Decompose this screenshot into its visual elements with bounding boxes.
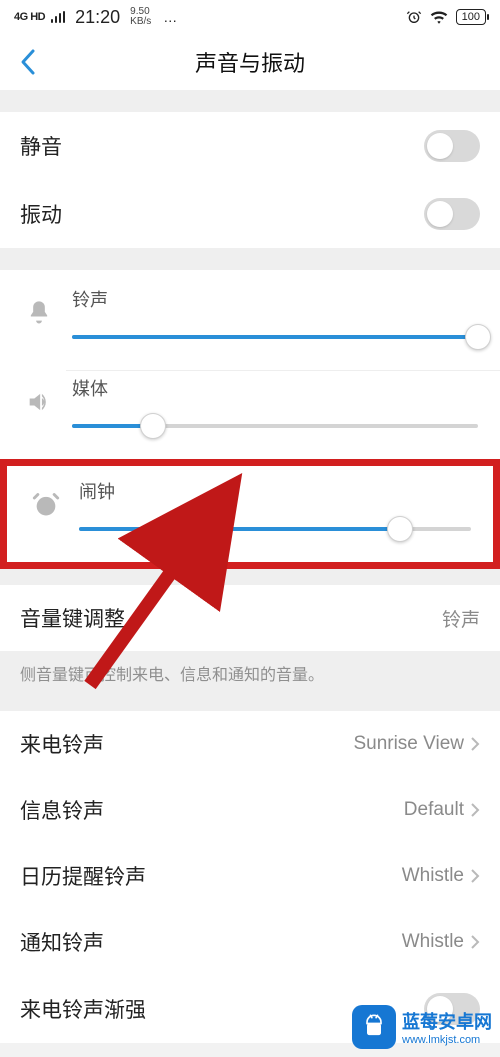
chevron-right-icon (470, 736, 480, 752)
signal-bars-icon (51, 11, 65, 23)
battery-value: 100 (462, 11, 480, 23)
vibrate-label: 振动 (20, 199, 62, 229)
title-bar: 声音与振动 (0, 34, 500, 90)
page-title: 声音与振动 (195, 46, 305, 78)
ringtone-slider[interactable] (72, 322, 478, 352)
alarm-clock-icon (29, 488, 63, 522)
media-slider[interactable] (72, 411, 478, 441)
section-divider (0, 90, 500, 112)
row-silent[interactable]: 静音 (0, 112, 500, 180)
watermark-text: 蓝莓安卓网 (402, 1008, 492, 1034)
status-right: 100 (406, 9, 486, 25)
message-ringtone-value: Default (404, 799, 464, 821)
battery-indicator: 100 (456, 9, 486, 25)
panel-sliders: 铃声 媒体 (0, 270, 500, 459)
silent-label: 静音 (20, 131, 62, 161)
speaker-icon (22, 385, 56, 419)
section-divider (0, 569, 500, 585)
section-divider (0, 248, 500, 270)
calendar-ringtone-label: 日历提醒铃声 (20, 861, 146, 891)
panel-toggles: 静音 振动 (0, 112, 500, 248)
slider-row-media: 媒体 (0, 371, 500, 459)
chevron-right-icon (470, 802, 480, 818)
incoming-ringtone-value: Sunrise View (353, 733, 464, 755)
network-speed: 9.50 KB/s (130, 7, 151, 27)
slider-row-ringtone: 铃声 (0, 282, 500, 370)
notification-ringtone-value: Whistle (402, 931, 464, 953)
message-ringtone-label: 信息铃声 (20, 795, 104, 825)
alarm-slider[interactable] (79, 514, 471, 544)
row-vibrate[interactable]: 振动 (0, 180, 500, 248)
watermark: 蓝莓安卓网 www.lmkjst.com (352, 1005, 492, 1049)
watermark-android-icon (352, 1005, 396, 1049)
status-left: 4G HD 21:20 9.50 KB/s … (14, 7, 178, 28)
bell-icon (22, 296, 56, 330)
volume-key-description-row: 侧音量键可控制来电、信息和通知的音量。 (0, 651, 500, 701)
chevron-left-icon (19, 48, 37, 76)
back-button[interactable] (10, 44, 46, 80)
alarm-slider-label: 闹钟 (79, 478, 471, 504)
chevron-right-icon (470, 934, 480, 950)
more-icon: … (163, 9, 178, 25)
slider-row-alarm: 闹钟 (7, 466, 493, 562)
row-message-ringtone[interactable]: 信息铃声 Default (0, 777, 500, 843)
clock-time: 21:20 (75, 7, 120, 28)
row-incoming-ringtone[interactable]: 来电铃声 Sunrise View (0, 711, 500, 777)
ascending-ringtone-label: 来电铃声渐强 (20, 994, 146, 1024)
panel-sounds: 来电铃声 Sunrise View 信息铃声 Default 日历提醒铃声 Wh… (0, 711, 500, 1043)
ringtone-slider-label: 铃声 (72, 286, 478, 312)
status-bar: 4G HD 21:20 9.50 KB/s … 100 (0, 0, 500, 34)
media-slider-label: 媒体 (72, 375, 478, 401)
calendar-ringtone-value: Whistle (402, 865, 464, 887)
volume-key-description: 侧音量键可控制来电、信息和通知的音量。 (20, 661, 480, 685)
silent-toggle[interactable] (424, 130, 480, 162)
signal-indicator: 4G HD (14, 11, 45, 23)
row-calendar-ringtone[interactable]: 日历提醒铃声 Whistle (0, 843, 500, 909)
volume-key-value: 铃声 (442, 605, 480, 632)
row-notification-ringtone[interactable]: 通知铃声 Whistle (0, 909, 500, 975)
watermark-url: www.lmkjst.com (402, 1034, 492, 1046)
alarm-status-icon (406, 9, 422, 25)
vibrate-toggle[interactable] (424, 198, 480, 230)
highlight-alarm-box: 闹钟 (0, 459, 500, 569)
notification-ringtone-label: 通知铃声 (20, 927, 104, 957)
incoming-ringtone-label: 来电铃声 (20, 729, 104, 759)
wifi-icon (430, 10, 448, 24)
chevron-right-icon (470, 868, 480, 884)
volume-key-label: 音量键调整 (20, 603, 125, 633)
row-volume-key-adjust[interactable]: 音量键调整 铃声 (0, 585, 500, 651)
